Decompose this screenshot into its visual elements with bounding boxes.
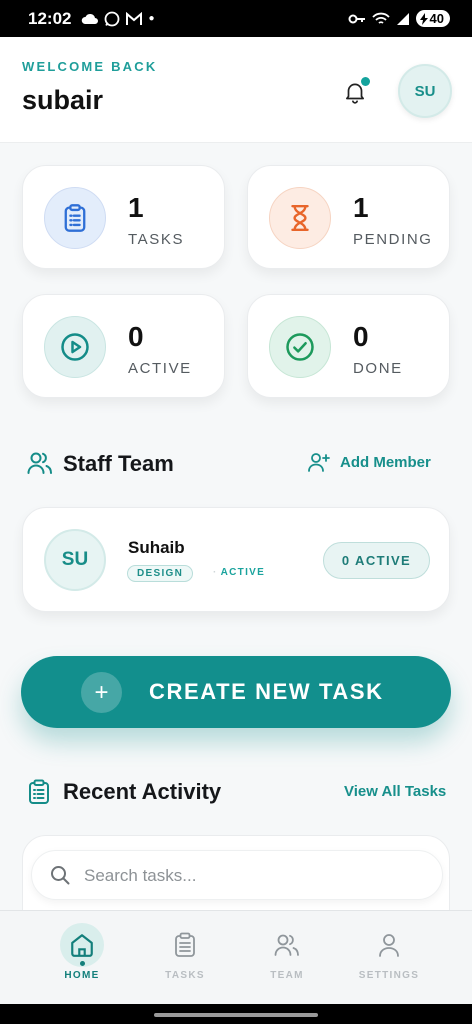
clipboard-icon (64, 204, 86, 232)
nav-icon-wrap (265, 923, 309, 967)
nav-label: SETTINGS (358, 970, 420, 981)
add-user-icon (308, 453, 330, 472)
status-bar: 12:02 ● 40 (0, 0, 472, 37)
notification-icons: ● (81, 11, 155, 27)
plus-icon: + (81, 672, 122, 713)
stat-icon-circle (44, 187, 106, 249)
stat-card-tasks[interactable]: 1 TASKS (22, 165, 225, 269)
search-box[interactable] (31, 850, 443, 900)
add-member-label: Add Member (340, 453, 431, 471)
stat-value: 0 (353, 321, 369, 352)
home-icon (71, 934, 93, 957)
more-notifications-dot: ● (148, 13, 155, 24)
stat-card-pending[interactable]: 1 PENDING (247, 165, 450, 269)
active-indicator-dot (80, 961, 85, 966)
stat-value: 1 (353, 192, 369, 223)
stat-label: TASKS (128, 231, 185, 248)
signal-icon (396, 12, 409, 25)
team-icon (274, 934, 299, 956)
key-icon (348, 14, 365, 23)
status-time: 12:02 (28, 8, 72, 28)
member-name: Suhaib (128, 538, 185, 557)
nav-icon-wrap (367, 923, 411, 967)
nav-label: TASKS (165, 970, 205, 981)
stat-value: 1 (128, 192, 144, 223)
battery-level: 40 (429, 11, 444, 26)
whatsapp-icon (105, 11, 120, 26)
cloud-icon (82, 13, 99, 24)
recent-activity-title: Recent Activity (63, 779, 222, 804)
gesture-bar (0, 1004, 472, 1024)
welcome-label: WELCOME BACK (22, 59, 158, 74)
play-circle-icon (61, 333, 89, 361)
team-icon (27, 452, 52, 474)
stat-label: ACTIVE (128, 360, 192, 377)
create-new-task-button[interactable]: + CREATE NEW TASK (21, 656, 451, 728)
notification-dot (361, 77, 370, 86)
member-department-tag: DESIGN (127, 565, 194, 582)
member-card[interactable]: SU Suhaib DESIGN · ACTIVE 0 ACTIVE (22, 507, 450, 612)
member-status-label: ACTIVE (220, 567, 266, 578)
nav-icon-wrap (163, 923, 207, 967)
stat-value: 0 (128, 321, 144, 352)
username-title: subair (22, 85, 104, 115)
search-input[interactable] (84, 861, 424, 891)
system-icons: 40 (348, 10, 450, 27)
staff-team-title: Staff Team (63, 451, 174, 476)
user-icon (379, 934, 399, 957)
search-icon (51, 866, 70, 885)
nav-settings[interactable]: SETTINGS (330, 911, 448, 1005)
view-all-tasks-link[interactable]: View All Tasks (344, 783, 446, 800)
app-header: WELCOME BACK subair SU (0, 37, 472, 143)
member-avatar: SU (44, 529, 106, 591)
nav-team[interactable]: TEAM (228, 911, 346, 1005)
clipboard-list-icon (29, 779, 49, 804)
home-gesture-handle[interactable] (154, 1013, 318, 1017)
stat-icon-circle (269, 187, 331, 249)
status-dot: · (213, 567, 218, 578)
nav-label: TEAM (270, 970, 304, 981)
nav-home[interactable]: HOME (23, 911, 141, 1005)
charging-bolt-icon (419, 12, 428, 25)
gmail-icon (126, 11, 143, 25)
stat-card-done[interactable]: 0 DONE (247, 294, 450, 398)
stat-label: DONE (353, 360, 403, 377)
nav-label: HOME (64, 970, 100, 981)
wifi-icon (371, 12, 390, 24)
hourglass-icon (291, 204, 309, 232)
add-member-button[interactable]: Add Member (308, 452, 431, 472)
profile-avatar[interactable]: SU (398, 64, 452, 118)
nav-tasks[interactable]: TASKS (126, 911, 244, 1005)
check-circle-icon (286, 333, 314, 361)
stat-icon-circle (269, 316, 331, 378)
member-status: · ACTIVE (213, 567, 265, 578)
stat-card-active[interactable]: 0 ACTIVE (22, 294, 225, 398)
member-active-count-badge[interactable]: 0 ACTIVE (323, 542, 430, 579)
stat-icon-circle (44, 316, 106, 378)
battery-indicator: 40 (415, 10, 450, 27)
stat-label: PENDING (353, 231, 433, 248)
bottom-nav: HOME TASKS TEAM SETTINGS (0, 910, 472, 1004)
create-new-task-label: CREATE NEW TASK (149, 679, 384, 704)
clipboard-icon (175, 932, 195, 957)
notifications-button[interactable] (342, 77, 370, 105)
